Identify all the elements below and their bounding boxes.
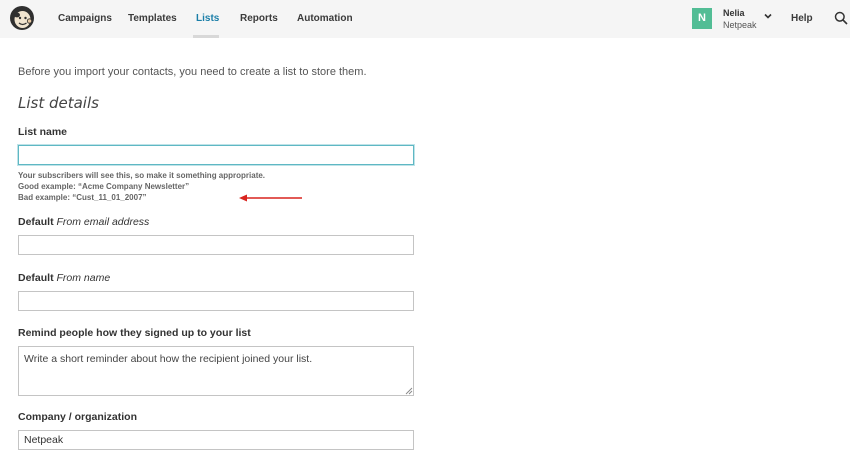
good-example-hint: Good example: “Acme Company Newsletter”: [18, 182, 190, 191]
active-tab-indicator: [193, 35, 219, 38]
from-name-label-bold: Default: [18, 272, 54, 284]
from-name-label: Default From name: [18, 272, 110, 284]
remind-textarea[interactable]: Write a short reminder about how the rec…: [18, 346, 414, 396]
search-icon[interactable]: [834, 11, 848, 25]
bad-example-hint: Bad example: “Cust_11_01_2007”: [18, 193, 147, 202]
from-email-input[interactable]: [18, 235, 414, 255]
list-name-label: List name: [18, 126, 68, 138]
from-name-input[interactable]: [18, 291, 414, 311]
chevron-down-icon[interactable]: [763, 11, 773, 21]
remind-label: Remind people how they signed up to your…: [18, 327, 251, 339]
nav-templates[interactable]: Templates: [128, 13, 177, 25]
from-name-label-italic: From name: [56, 272, 111, 284]
from-email-label-bold: Default: [18, 216, 54, 228]
nav-lists[interactable]: Lists: [196, 13, 219, 25]
from-email-label-italic: From email address: [56, 216, 150, 228]
nav-automation[interactable]: Automation: [297, 13, 353, 25]
nav-campaigns[interactable]: Campaigns: [58, 13, 112, 25]
red-arrow-icon: [239, 194, 302, 202]
section-title: List details: [18, 94, 99, 112]
nav-reports[interactable]: Reports: [240, 13, 278, 25]
list-name-input[interactable]: [18, 145, 414, 165]
user-org[interactable]: Netpeak: [723, 20, 757, 30]
from-email-label: Default From email address: [18, 216, 149, 228]
company-label: Company / organization: [18, 411, 138, 423]
resize-grip-icon[interactable]: [405, 387, 413, 395]
intro-text: Before you import your contacts, you nee…: [18, 66, 367, 78]
user-name[interactable]: Nelia: [723, 8, 745, 18]
top-navigation-bar: Campaigns Templates Lists Reports Automa…: [0, 0, 850, 38]
avatar[interactable]: N: [692, 8, 712, 29]
mailchimp-logo-icon[interactable]: [9, 5, 35, 31]
company-input[interactable]: [18, 430, 414, 450]
help-link[interactable]: Help: [791, 13, 813, 24]
list-name-hint: Your subscribers will see this, so make …: [18, 171, 266, 180]
